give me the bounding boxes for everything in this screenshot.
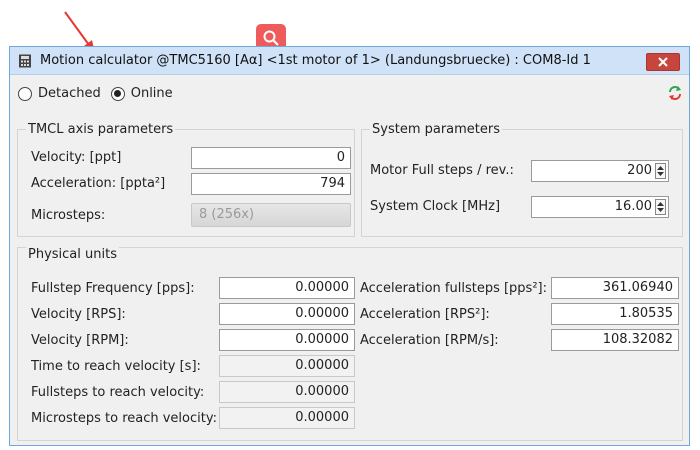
microsteps-to-reach-velocity-label: Microsteps to reach velocity: (31, 411, 217, 426)
search-icon (263, 30, 279, 46)
acceleration-rpm-s-label: Acceleration [RPM/s]: (360, 333, 499, 348)
acceleration-rps2-input[interactable]: 1.80535 (551, 303, 679, 325)
spin-arrows-icon[interactable] (655, 199, 666, 215)
velocity-rps-label: Velocity [RPS]: (31, 307, 126, 322)
close-icon (658, 57, 668, 67)
tmcl-axis-parameters-group: TMCL axis parameters Velocity: [ppt] 0 A… (17, 122, 355, 237)
title-bar: Motion calculator @TMC5160 [Aα] <1st mot… (10, 47, 689, 75)
fullstep-frequency-label: Fullstep Frequency [pps]: (31, 281, 195, 296)
detached-radio[interactable] (18, 86, 32, 101)
fullsteps-label: Motor Full steps / rev.: (370, 163, 514, 178)
acceleration-rpm-s-input[interactable]: 108.32082 (551, 329, 679, 351)
system-clock-spinbox[interactable]: 16.00 (531, 196, 669, 218)
system-parameters-title: System parameters (370, 122, 503, 137)
spin-arrows-icon[interactable] (655, 163, 666, 179)
refresh-icon[interactable] (667, 85, 683, 101)
mode-selector: Detached Online (18, 86, 183, 101)
acceleration-fullsteps-input[interactable]: 361.06940 (551, 277, 679, 299)
microsteps-label: Microsteps: (31, 208, 106, 223)
velocity-input[interactable]: 0 (191, 147, 351, 169)
online-radio[interactable] (110, 86, 125, 101)
velocity-label: Velocity: [ppt] (31, 150, 122, 165)
motion-calculator-window: Motion calculator @TMC5160 [Aα] <1st mot… (9, 46, 690, 446)
detached-label[interactable]: Detached (38, 86, 101, 101)
time-to-reach-velocity-value: 0.00000 (219, 355, 355, 377)
physical-units-title: Physical units (26, 247, 119, 262)
fullsteps-spinbox[interactable]: 200 (531, 160, 669, 182)
system-parameters-group: System parameters Motor Full steps / rev… (361, 122, 683, 237)
acceleration-fullsteps-label: Acceleration fullsteps [pps²]: (360, 281, 547, 296)
fullsteps-to-reach-velocity-label: Fullsteps to reach velocity: (31, 385, 205, 400)
physical-units-group: Physical units Fullstep Frequency [pps]:… (17, 247, 683, 441)
time-to-reach-velocity-label: Time to reach velocity [s]: (31, 359, 201, 374)
velocity-rpm-input[interactable]: 0.00000 (219, 329, 355, 351)
fullsteps-to-reach-velocity-value: 0.00000 (219, 381, 355, 403)
fullstep-frequency-input[interactable]: 0.00000 (219, 277, 355, 299)
system-clock-value: 16.00 (614, 199, 652, 214)
window-title: Motion calculator @TMC5160 [Aα] <1st mot… (40, 53, 591, 68)
online-label[interactable]: Online (131, 86, 173, 101)
fullsteps-value: 200 (627, 163, 652, 178)
microsteps-select[interactable]: 8 (256x) (191, 203, 351, 227)
acceleration-label: Acceleration: [ppta²] (31, 176, 166, 191)
velocity-rpm-label: Velocity [RPM]: (31, 333, 129, 348)
tmcl-axis-parameters-title: TMCL axis parameters (26, 122, 176, 137)
calculator-icon (19, 54, 31, 67)
system-clock-label: System Clock [MHz] (370, 199, 501, 214)
acceleration-rps2-label: Acceleration [RPS²]: (360, 307, 490, 322)
microsteps-to-reach-velocity-value: 0.00000 (219, 407, 355, 429)
acceleration-input[interactable]: 794 (191, 173, 351, 195)
close-button[interactable] (646, 53, 680, 71)
velocity-rps-input[interactable]: 0.00000 (219, 303, 355, 325)
